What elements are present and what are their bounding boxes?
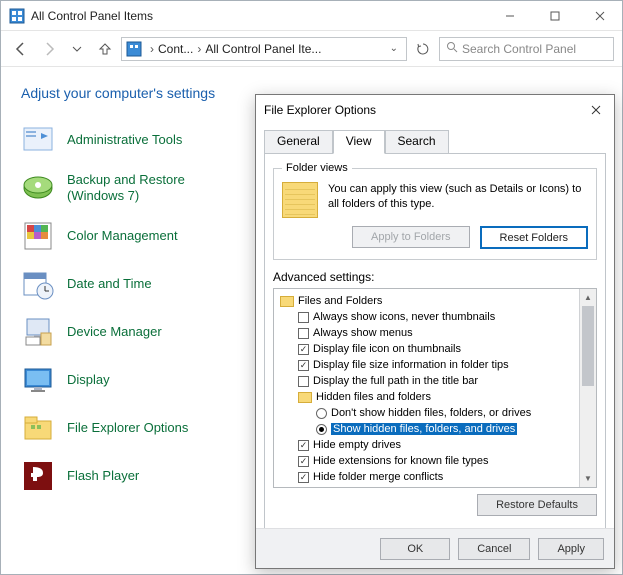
tab-view[interactable]: View [333,130,385,154]
search-box[interactable]: Search Control Panel [439,37,614,61]
cp-item-label: Administrative Tools [67,132,182,148]
tree-radio-item-selected[interactable]: Show hidden files, folders, and drives [276,421,577,437]
cp-item-label-2: (Windows 7) [67,188,185,204]
flash-player-icon [21,459,55,493]
file-explorer-options-dialog: File Explorer Options General View Searc… [255,94,615,569]
advanced-settings-tree: Files and Folders Always show icons, nev… [273,288,597,488]
control-panel-icon [9,8,25,24]
folder-icon [280,296,294,307]
cancel-button[interactable]: Cancel [458,538,530,560]
recent-dropdown[interactable] [65,37,89,61]
color-mgmt-icon [21,219,55,253]
tree-item[interactable]: ✓Display file icon on thumbnails [276,341,577,357]
dialog-close-button[interactable] [586,100,606,120]
checkbox-icon[interactable]: ✓ [298,360,309,371]
checkbox-icon[interactable]: ✓ [298,456,309,467]
dialog-body: General View Search Folder views You can… [256,129,614,563]
dialog-titlebar: File Explorer Options [256,95,614,125]
tab-search[interactable]: Search [385,130,449,154]
up-button[interactable] [93,37,117,61]
dialog-button-row: OK Cancel Apply [256,528,614,568]
tree-item[interactable]: Always show icons, never thumbnails [276,309,577,325]
apply-to-folders-button: Apply to Folders [352,226,469,248]
folder-icon [298,392,312,403]
scroll-down-icon[interactable]: ▼ [580,470,596,487]
maximize-button[interactable] [532,1,577,30]
admin-tools-icon [21,123,55,157]
address-dropdown-icon[interactable]: ⌄ [390,43,402,54]
titlebar: All Control Panel Items [1,1,622,31]
search-placeholder: Search Control Panel [462,42,576,56]
cp-item-label: Display [67,372,110,388]
checkbox-icon[interactable] [298,328,309,339]
toolbar: › Cont... › All Control Panel Ite... ⌄ S… [1,31,622,67]
address-cp-icon [126,41,142,57]
backup-restore-icon [21,171,55,205]
cp-item-label: Date and Time [67,276,152,292]
folder-views-text: You can apply this view (such as Details… [328,182,588,212]
tree-radio-item[interactable]: Don't show hidden files, folders, or dri… [276,405,577,421]
scroll-up-icon[interactable]: ▲ [580,289,596,306]
close-button[interactable] [577,1,622,30]
refresh-button[interactable] [411,37,435,61]
cp-item-label: Flash Player [67,468,139,484]
cp-item-label: Backup and Restore [67,172,185,188]
scroll-thumb[interactable] [582,306,594,386]
checkbox-icon[interactable] [298,376,309,387]
breadcrumb-sep: › [150,42,154,56]
radio-icon[interactable] [316,424,327,435]
breadcrumb-sep: › [197,42,201,56]
tab-panel-view: Folder views You can apply this view (su… [264,153,606,555]
window-controls [487,1,622,30]
forward-button[interactable] [37,37,61,61]
tree-item[interactable]: Display the full path in the title bar [276,373,577,389]
file-explorer-options-icon [21,411,55,445]
reset-folders-button[interactable]: Reset Folders [480,226,588,249]
tree-item[interactable]: ✓Display file size information in folder… [276,357,577,373]
dialog-tabs: General View Search [264,129,606,153]
checkbox-icon[interactable]: ✓ [298,472,309,483]
search-icon [446,41,458,56]
folder-views-group: Folder views You can apply this view (su… [273,162,597,260]
device-manager-icon [21,315,55,349]
dialog-title: File Explorer Options [264,103,586,117]
checkbox-icon[interactable]: ✓ [298,440,309,451]
control-panel-window: All Control Panel Items › Cont... › All … [0,0,623,575]
checkbox-icon[interactable]: ✓ [298,344,309,355]
display-icon [21,363,55,397]
cp-item-label: Device Manager [67,324,162,340]
tree-group[interactable]: Hidden files and folders [276,389,577,405]
tree-item[interactable]: ✓Hide empty drives [276,437,577,453]
checkbox-icon[interactable] [298,312,309,323]
breadcrumb-2[interactable]: All Control Panel Ite... [205,42,321,56]
tree-content[interactable]: Files and Folders Always show icons, nev… [274,289,579,487]
back-button[interactable] [9,37,33,61]
tree-item[interactable]: Always show menus [276,325,577,341]
ok-button[interactable]: OK [380,538,450,560]
minimize-button[interactable] [487,1,532,30]
restore-defaults-button[interactable]: Restore Defaults [477,494,597,516]
tree-item[interactable]: ✓Hide folder merge conflicts [276,469,577,485]
tree-item[interactable]: ✓Hide extensions for known file types [276,453,577,469]
apply-button[interactable]: Apply [538,538,604,560]
breadcrumb-1[interactable]: Cont... [158,42,193,56]
tree-root[interactable]: Files and Folders [276,293,577,309]
window-title: All Control Panel Items [31,9,487,23]
advanced-settings-label: Advanced settings: [273,270,597,284]
tree-scrollbar[interactable]: ▲ ▼ [579,289,596,487]
address-bar[interactable]: › Cont... › All Control Panel Ite... ⌄ [121,37,407,61]
folder-views-icon [282,182,318,218]
tab-general[interactable]: General [264,130,333,154]
date-time-icon [21,267,55,301]
cp-item-label: Color Management [67,228,178,244]
folder-views-legend: Folder views [282,162,352,174]
radio-icon[interactable] [316,408,327,419]
cp-item-label: File Explorer Options [67,420,188,436]
